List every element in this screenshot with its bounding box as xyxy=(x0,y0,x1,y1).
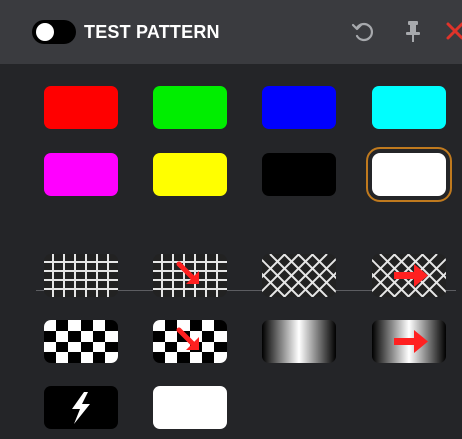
diagonal-grid-pattern-animated[interactable] xyxy=(372,254,446,297)
swatch-cyan[interactable] xyxy=(372,86,446,129)
swatch-red[interactable] xyxy=(44,86,118,129)
swatch-blue[interactable] xyxy=(262,86,336,129)
flash-pattern[interactable] xyxy=(44,386,118,429)
swatch-green[interactable] xyxy=(153,86,227,129)
swatch-white-selected[interactable] xyxy=(366,147,452,202)
swatch-yellow[interactable] xyxy=(153,153,227,196)
pattern-toggle[interactable] xyxy=(32,20,76,44)
gradient-pattern-animated[interactable] xyxy=(372,320,446,363)
close-icon[interactable] xyxy=(440,16,462,46)
pattern-panel xyxy=(0,64,462,439)
reset-icon[interactable] xyxy=(348,16,378,46)
pin-icon[interactable] xyxy=(398,16,428,46)
swatch-magenta[interactable] xyxy=(44,153,118,196)
checkerboard-pattern[interactable] xyxy=(44,320,118,363)
gradient-pattern[interactable] xyxy=(262,320,336,363)
checkerboard-pattern-animated[interactable] xyxy=(153,320,227,363)
toggle-knob xyxy=(36,23,54,41)
diagonal-grid-pattern[interactable] xyxy=(262,254,336,297)
header-bar: TEST PATTERN xyxy=(0,0,462,64)
grid-pattern-animated[interactable] xyxy=(153,254,227,297)
lightning-icon xyxy=(72,392,90,424)
grid-pattern[interactable] xyxy=(44,254,118,297)
swatch-black[interactable] xyxy=(262,153,336,196)
blank-white-pattern[interactable] xyxy=(153,386,227,429)
page-title: TEST PATTERN xyxy=(84,22,220,42)
